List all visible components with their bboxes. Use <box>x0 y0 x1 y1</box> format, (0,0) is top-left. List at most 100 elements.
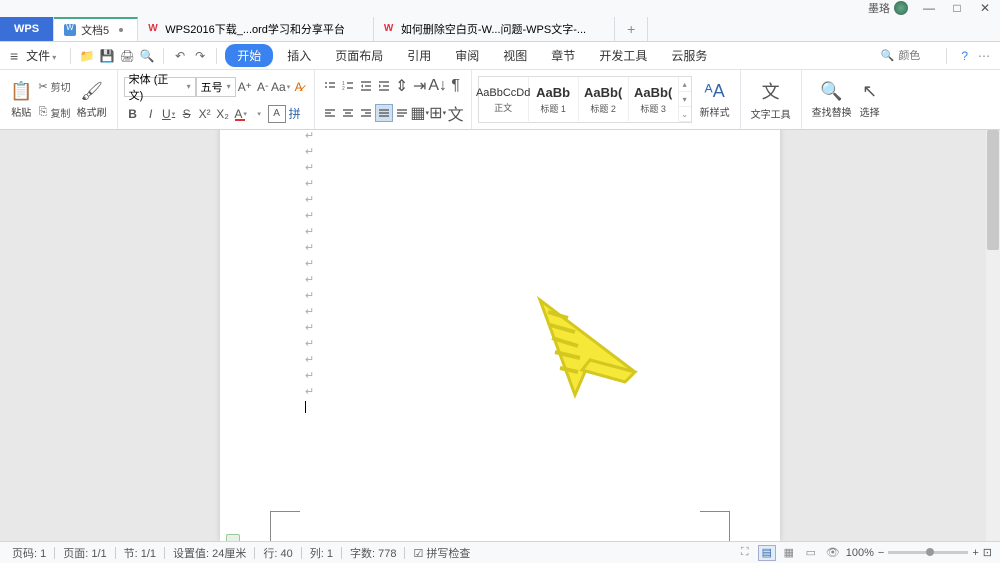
borders-button[interactable]: ⊞▾ <box>429 104 447 122</box>
save-icon[interactable]: 💾 <box>99 48 115 64</box>
subscript-button[interactable]: X₂ <box>214 105 232 123</box>
new-style-button[interactable]: ᴬA 新样式 <box>696 76 734 123</box>
ribbon-tab-review[interactable]: 审阅 <box>445 43 489 68</box>
outline-view-icon[interactable]: ▦ <box>780 545 798 561</box>
grow-font-button[interactable]: A+ <box>236 78 254 96</box>
redo-icon[interactable]: ↷ <box>192 48 208 64</box>
char-border-button[interactable]: A <box>268 105 286 123</box>
bullets-button[interactable] <box>321 77 339 95</box>
print-layout-icon[interactable]: ▤ <box>758 545 776 561</box>
tab-stops-button[interactable]: ⇥ <box>411 77 429 95</box>
web-tab-1[interactable]: W WPS2016下载_...ord学习和分享平台 <box>138 17 374 41</box>
scrollbar-thumb[interactable] <box>987 130 999 250</box>
status-page-no[interactable]: 页码: 1 <box>8 545 50 561</box>
print-icon[interactable]: 🖨 <box>119 48 135 64</box>
format-painter-button[interactable]: 🖌 格式刷 <box>73 74 111 125</box>
app-tab[interactable]: WPS <box>0 17 54 41</box>
search-box[interactable]: 🔍 <box>881 49 939 62</box>
zoom-in-button[interactable]: + <box>972 547 978 559</box>
text-direction-button[interactable]: 文 <box>447 104 465 122</box>
highlight-button[interactable]: ▾ <box>250 105 268 123</box>
help-icon[interactable]: ? <box>961 49 968 63</box>
style-normal[interactable]: AaBbCcDd正文 <box>479 77 529 121</box>
style-heading1[interactable]: AaBb标题 1 <box>529 77 579 121</box>
phonetic-button[interactable]: 拼 <box>286 105 304 123</box>
zoom-out-button[interactable]: − <box>878 547 884 559</box>
web-tab-2[interactable]: W 如何删除空白页-W...问题-WPS文字-... <box>374 17 615 41</box>
style-heading3[interactable]: AaBb(标题 3 <box>629 77 679 121</box>
up-icon[interactable]: ▴ <box>679 77 691 92</box>
align-justify-button[interactable] <box>375 104 393 122</box>
ribbon-tab-view[interactable]: 视图 <box>493 43 537 68</box>
status-col[interactable]: 列: 1 <box>306 545 337 561</box>
italic-button[interactable]: I <box>142 105 160 123</box>
document-tab[interactable]: 文档5 <box>54 17 138 41</box>
page[interactable]: ↵ ↵ ↵ ↵ ↵ ↵ ↵ ↵ ↵ ↵ ↵ ↵ ↵ ↵ ↵ ↵ ↵ <box>220 130 780 541</box>
copy-button[interactable]: ⎘复制 <box>37 104 73 121</box>
font-size-select[interactable]: 五号 <box>196 77 236 97</box>
collapse-ribbon-icon[interactable]: ⋯ <box>978 49 990 63</box>
align-distributed-button[interactable] <box>393 104 411 122</box>
hamburger-icon[interactable]: ≡ <box>10 48 18 64</box>
sort-button[interactable]: A↓ <box>429 77 447 95</box>
undo-icon[interactable]: ↶ <box>172 48 188 64</box>
ribbon-tab-cloud[interactable]: 云服务 <box>661 43 717 68</box>
cut-button[interactable]: ✂剪切 <box>36 78 72 95</box>
status-words[interactable]: 字数: 778 <box>346 545 400 561</box>
down-icon[interactable]: ▾ <box>679 92 691 107</box>
align-right-button[interactable] <box>357 104 375 122</box>
change-case-button[interactable]: Aa▾ <box>272 78 290 96</box>
clear-format-button[interactable]: A̷ <box>290 78 308 96</box>
more-icon[interactable]: ⌄ <box>679 107 691 122</box>
select-button[interactable]: ↖ 选择 <box>856 74 884 125</box>
ribbon-tab-layout[interactable]: 页面布局 <box>325 43 393 68</box>
text-tools-button[interactable]: 文 文字工具 <box>747 74 795 125</box>
status-spellcheck[interactable]: ☑ 拼写检查 <box>409 545 474 561</box>
superscript-button[interactable]: X² <box>196 105 214 123</box>
vertical-scrollbar[interactable] <box>986 130 1000 541</box>
align-center-button[interactable] <box>339 104 357 122</box>
find-replace-button[interactable]: 🔍 查找替换 <box>808 74 856 125</box>
fullscreen-icon[interactable]: ⛶ <box>736 545 754 561</box>
zoom-knob[interactable] <box>926 548 934 556</box>
minimize-button[interactable]: — <box>922 1 936 15</box>
shading-button[interactable]: ▦▾ <box>411 104 429 122</box>
maximize-button[interactable]: □ <box>950 1 964 15</box>
side-panel-icon[interactable] <box>226 534 240 541</box>
increase-indent-button[interactable] <box>375 77 393 95</box>
fit-page-button[interactable]: ⊡ <box>983 546 992 559</box>
open-icon[interactable]: 📁 <box>79 48 95 64</box>
web-layout-icon[interactable]: ▭ <box>802 545 820 561</box>
font-name-select[interactable]: 宋体 (正文) <box>124 77 196 97</box>
bold-button[interactable]: B <box>124 105 142 123</box>
underline-button[interactable]: U▾ <box>160 105 178 123</box>
zoom-slider[interactable] <box>888 551 968 554</box>
search-input[interactable] <box>898 50 938 62</box>
align-left-button[interactable] <box>321 104 339 122</box>
decrease-indent-button[interactable] <box>357 77 375 95</box>
reading-view-icon[interactable]: 👁 <box>824 545 842 561</box>
status-section[interactable]: 节: 1/1 <box>120 545 160 561</box>
ribbon-tab-section[interactable]: 章节 <box>541 43 585 68</box>
preview-icon[interactable]: 🔍 <box>139 48 155 64</box>
font-color-button[interactable]: A▾ <box>232 105 250 123</box>
numbering-button[interactable]: 12 <box>339 77 357 95</box>
line-spacing-button[interactable]: ⇕ <box>393 77 411 95</box>
status-page[interactable]: 页面: 1/1 <box>59 545 110 561</box>
user-account[interactable]: 墨珞 <box>868 0 908 16</box>
status-line[interactable]: 行: 40 <box>259 545 296 561</box>
new-tab-button[interactable]: + <box>615 17 648 41</box>
strikethrough-button[interactable]: S <box>178 105 196 123</box>
ribbon-tab-insert[interactable]: 插入 <box>277 43 321 68</box>
ribbon-tab-references[interactable]: 引用 <box>397 43 441 68</box>
style-heading2[interactable]: AaBb(标题 2 <box>579 77 629 121</box>
show-marks-button[interactable]: ¶ <box>447 77 465 95</box>
ribbon-tab-start[interactable]: 开始 <box>225 44 273 67</box>
zoom-level[interactable]: 100% <box>846 547 874 559</box>
status-setting[interactable]: 设置值: 24厘米 <box>169 545 250 561</box>
ribbon-tab-developer[interactable]: 开发工具 <box>589 43 657 68</box>
close-button[interactable]: ✕ <box>978 1 992 15</box>
style-scroll[interactable]: ▴▾⌄ <box>679 77 691 122</box>
paste-button[interactable]: 📋 粘贴 <box>6 74 36 125</box>
file-menu[interactable]: 文件 <box>26 47 56 64</box>
